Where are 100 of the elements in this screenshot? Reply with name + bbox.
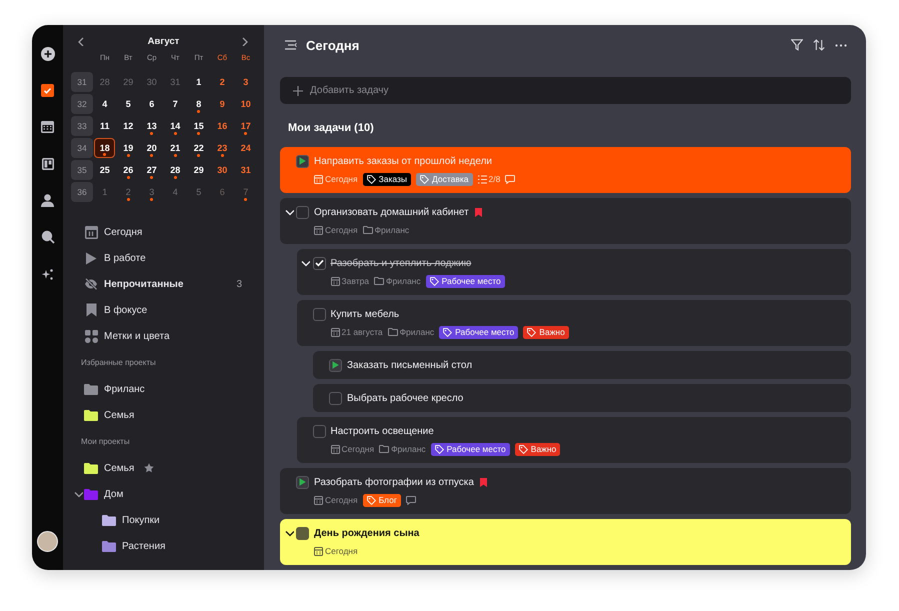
task-card[interactable]: День рождения сына Сегодня	[280, 519, 851, 565]
task-checkbox[interactable]	[312, 424, 326, 438]
task-checkbox[interactable]	[296, 206, 309, 218]
calendar-day[interactable]: 17	[235, 116, 256, 136]
nav-item[interactable]: Метки и цвета	[71, 323, 256, 349]
tag-icon	[518, 444, 528, 454]
week-number: 31	[71, 72, 93, 92]
nav-item[interactable]: В фокусе	[71, 297, 256, 323]
task-card[interactable]: Настроить освещение Сегодня Фриланс Рабочее место Важно	[296, 417, 851, 463]
task-card[interactable]: Организовать домашний кабинет Сегодня Фриланс	[280, 198, 851, 244]
calendar-day[interactable]: 20	[141, 138, 162, 158]
task-checkbox[interactable]	[329, 392, 342, 404]
chevron-right-icon	[240, 36, 250, 46]
calendar-day[interactable]: 31	[235, 160, 256, 180]
calendar-day[interactable]: 12	[118, 116, 139, 136]
calendar-day[interactable]: 10	[235, 94, 256, 114]
filter-button[interactable]	[791, 39, 803, 51]
calendar-day[interactable]: 3	[235, 72, 256, 92]
task-title: Купить мебель	[330, 308, 400, 320]
due-date: Сегодня	[325, 495, 358, 505]
calendar-day[interactable]: 14	[164, 116, 186, 136]
project-item[interactable]: Фриланс	[71, 376, 256, 402]
tag[interactable]: Важно	[523, 326, 569, 338]
calendar-day[interactable]: 19	[118, 138, 139, 158]
task-status-button[interactable]	[296, 476, 309, 488]
task-checkbox[interactable]	[312, 256, 326, 270]
project-label: Растения	[122, 540, 166, 552]
calendar-day[interactable]: 18	[94, 138, 116, 158]
tag-icon	[527, 328, 536, 336]
calendar-day[interactable]: 25	[94, 160, 116, 180]
calendar-day[interactable]: 11	[94, 116, 116, 136]
menu-button[interactable]	[285, 40, 297, 50]
calendar-day[interactable]: 6	[141, 94, 162, 114]
calendar-icon	[314, 546, 323, 556]
calendar-day[interactable]: 23	[212, 138, 233, 158]
calendar-day[interactable]: 29	[188, 160, 210, 180]
calendar-day[interactable]: 28	[164, 160, 186, 180]
calendar-icon	[330, 276, 340, 286]
nav-item[interactable]: В работе	[71, 245, 256, 271]
project-item[interactable]: Семья	[71, 455, 256, 481]
nav-item[interactable]: Непрочитанные 3	[71, 271, 256, 297]
nav-item[interactable]: Сегодня	[71, 219, 256, 245]
tag[interactable]: Рабочее место	[430, 442, 510, 456]
unread-count: 3	[236, 278, 242, 290]
eye-off-icon	[84, 278, 98, 290]
board-icon	[42, 158, 54, 170]
play-icon	[299, 478, 306, 486]
calendar-day[interactable]: 16	[212, 116, 233, 136]
task-card[interactable]: Купить мебель 21 августа Фриланс Рабочее место Важно	[296, 300, 851, 346]
week-number: 35	[71, 160, 93, 180]
task-card[interactable]: Направить заказы от прошлой недели Сегодня Заказы Доставка 2/8	[280, 147, 851, 193]
folder-icon	[374, 277, 384, 285]
calendar-day[interactable]: 9	[212, 94, 233, 114]
tag[interactable]: Важно	[514, 442, 560, 456]
project-item[interactable]: Дом	[71, 481, 256, 507]
calendar-day[interactable]: 26	[118, 160, 139, 180]
add-icon	[40, 47, 54, 61]
task-card[interactable]: Разобрать фотографии из отпуска Сегодня Блог	[280, 468, 851, 514]
calendar-day[interactable]: 15	[188, 116, 210, 136]
calendar-day[interactable]: 30	[212, 160, 233, 180]
grid-icon	[84, 330, 98, 342]
task-title: Организовать домашний кабинет	[314, 206, 469, 218]
task-status-button[interactable]	[329, 358, 342, 372]
task-checkbox[interactable]	[296, 526, 309, 540]
calendar-day[interactable]: 13	[141, 116, 162, 136]
tag-icon	[366, 496, 376, 504]
search-icon	[40, 230, 54, 244]
project-item[interactable]: Растения	[71, 533, 256, 559]
calendar-day[interactable]: 22	[188, 138, 210, 158]
month-title: Август	[148, 36, 180, 46]
task-card[interactable]: Выбрать рабочее кресло	[313, 384, 851, 412]
sort-button[interactable]	[813, 39, 825, 51]
calendar-day[interactable]: 5	[118, 94, 139, 114]
project-label: Покупки	[122, 514, 160, 526]
nav-label: Метки и цвета	[104, 330, 170, 342]
checklist-icon	[478, 174, 486, 184]
calendar-day[interactable]: 24	[235, 138, 256, 158]
calendar-icon	[84, 226, 98, 238]
calendar-day[interactable]: 27	[141, 160, 162, 180]
project-item[interactable]: Покупки	[71, 507, 256, 533]
calendar-day[interactable]: 8	[188, 94, 210, 114]
tag[interactable]: Рабочее место	[426, 274, 505, 288]
calendar-day[interactable]: 4	[94, 94, 116, 114]
task-card[interactable]: Заказать письменный стол	[313, 351, 851, 379]
subtask-count: 2/8	[488, 174, 500, 184]
tag[interactable]: Заказы	[362, 172, 411, 186]
avatar[interactable]	[37, 531, 58, 552]
folder-icon	[379, 445, 390, 453]
task-checkbox[interactable]	[312, 308, 326, 320]
calendar-day[interactable]: 7	[164, 94, 186, 114]
task-status-button[interactable]	[296, 154, 309, 168]
tag[interactable]: Рабочее место	[439, 326, 518, 338]
project-item[interactable]: Семья	[71, 402, 256, 428]
calendar-day[interactable]: 2	[212, 72, 233, 92]
task-card[interactable]: Разобрать и утеплить лоджию Завтра Фриланс Рабочее место	[296, 249, 851, 295]
sort-icon	[813, 39, 825, 51]
more-button[interactable]	[835, 44, 847, 46]
calendar-day[interactable]: 1	[188, 72, 210, 92]
calendar-day[interactable]: 21	[164, 138, 186, 158]
add-task-field[interactable]: Добавить задачу	[280, 77, 851, 104]
